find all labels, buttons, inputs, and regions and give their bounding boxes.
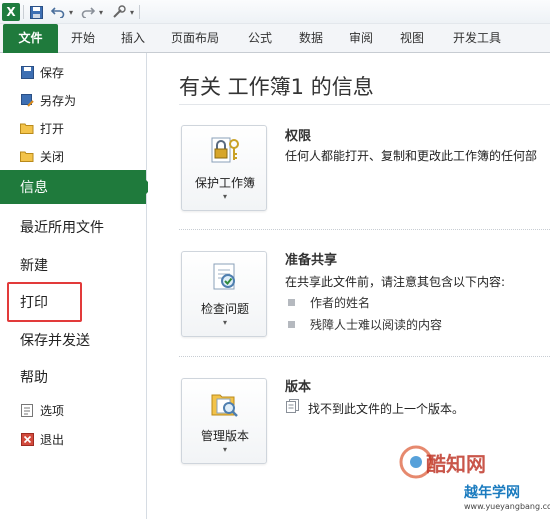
save-as-icon <box>20 93 34 107</box>
save-icon <box>20 65 34 79</box>
chevron-down-icon: ▾ <box>222 318 227 327</box>
section-divider <box>179 229 550 230</box>
print-highlight-box <box>7 282 82 322</box>
ribbon-tab-bar: 文件 开始 插入 页面布局 公式 数据 审阅 视图 开发工具 <box>0 24 550 53</box>
tab-developer[interactable]: 开发工具 <box>447 24 507 53</box>
versions-text: 找不到此文件的上一个版本。 <box>308 402 465 416</box>
tab-page-layout[interactable]: 页面布局 <box>164 24 226 53</box>
nav-exit-label: 退出 <box>40 432 65 447</box>
prepare-text: 在共享此文件前，请注意其包含以下内容: <box>285 275 506 289</box>
undo-dropdown-icon[interactable]: ▾ <box>67 3 75 21</box>
nav-recent[interactable]: 最近所用文件 <box>0 210 146 244</box>
tab-review[interactable]: 审阅 <box>340 24 382 53</box>
bullet-accessibility: 残障人士难以阅读的内容 <box>310 318 443 332</box>
undo-icon[interactable] <box>50 3 66 21</box>
nav-help[interactable]: 帮助 <box>0 360 146 394</box>
check-issues-label: 检查问题 <box>200 302 249 316</box>
nav-open[interactable]: 打开 <box>0 116 146 140</box>
nav-open-label: 打开 <box>40 121 65 136</box>
manage-versions-button[interactable]: 管理版本 ▾ <box>181 378 267 464</box>
nav-exit[interactable]: 退出 <box>0 427 146 451</box>
versions-heading: 版本 <box>285 380 312 395</box>
redo-icon[interactable] <box>80 3 96 21</box>
watermark-url: www.yueyangbang.com <box>464 502 550 511</box>
bullet-icon <box>288 321 295 328</box>
toolbar-divider <box>139 5 140 19</box>
tab-data[interactable]: 数据 <box>290 24 332 53</box>
tab-home[interactable]: 开始 <box>62 24 104 53</box>
nav-new[interactable]: 新建 <box>0 248 146 282</box>
nav-options-label: 选项 <box>40 403 65 418</box>
tab-file[interactable]: 文件 <box>3 24 58 53</box>
nav-info[interactable]: 信息 <box>0 170 146 204</box>
watermark-name-primary: 酷知网 <box>426 452 486 476</box>
chevron-down-icon: ▾ <box>222 192 227 201</box>
exit-icon <box>20 432 34 446</box>
manage-versions-label: 管理版本 <box>200 429 249 443</box>
customize-icon[interactable] <box>110 3 128 21</box>
bullet-icon <box>288 299 295 306</box>
bullet-author-name: 作者的姓名 <box>310 296 371 310</box>
tab-insert[interactable]: 插入 <box>112 24 154 53</box>
close-folder-icon <box>20 149 34 163</box>
page-title: 有关 工作簿1 的信息 <box>179 75 374 99</box>
excel-logo-icon[interactable]: X <box>2 3 20 21</box>
prepare-heading: 准备共享 <box>285 253 338 268</box>
lock-key-icon <box>210 136 240 166</box>
watermark: 酷知网 越年学网 www.yueyangbang.com <box>390 438 550 519</box>
check-issues-button[interactable]: 检查问题 ▾ <box>181 251 267 337</box>
permissions-heading: 权限 <box>285 129 312 144</box>
nav-save-send[interactable]: 保存并发送 <box>0 323 146 357</box>
quick-access-toolbar: X ▾ ▾ ▾ <box>0 0 550 24</box>
toolbar-divider <box>23 5 24 19</box>
manage-versions-icon <box>210 389 240 419</box>
chevron-down-icon: ▾ <box>222 445 227 454</box>
tab-view[interactable]: 视图 <box>391 24 433 53</box>
open-folder-icon <box>20 121 34 135</box>
tab-formulas[interactable]: 公式 <box>239 24 281 53</box>
customize-dropdown-icon[interactable]: ▾ <box>128 3 136 21</box>
inspect-document-icon <box>210 262 240 292</box>
nav-save[interactable]: 保存 <box>0 60 146 84</box>
nav-close[interactable]: 关闭 <box>0 144 146 168</box>
protect-workbook-label: 保护工作簿 <box>194 176 255 190</box>
nav-close-label: 关闭 <box>40 149 65 164</box>
permissions-text: 任何人都能打开、复制和更改此工作簿的任何部 <box>285 149 538 163</box>
document-versions-icon <box>286 398 300 413</box>
nav-save-label: 保存 <box>40 65 65 80</box>
protect-workbook-button[interactable]: 保护工作簿 ▾ <box>181 125 267 211</box>
nav-save-as-label: 另存为 <box>40 93 77 108</box>
redo-dropdown-icon[interactable]: ▾ <box>97 3 105 21</box>
nav-save-as[interactable]: 另存为 <box>0 88 146 112</box>
title-divider <box>179 104 550 105</box>
nav-options[interactable]: 选项 <box>0 398 146 422</box>
save-icon[interactable] <box>28 3 44 21</box>
watermark-name-secondary: 越年学网 <box>464 485 520 501</box>
options-icon <box>20 403 34 417</box>
section-divider <box>179 356 550 357</box>
